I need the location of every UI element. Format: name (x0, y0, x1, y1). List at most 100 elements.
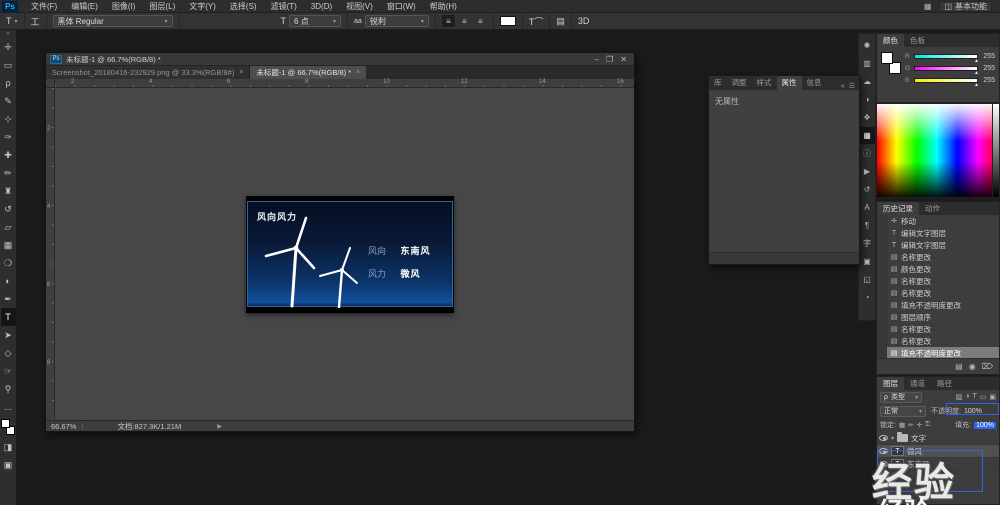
layer-name[interactable]: 微风 (907, 446, 922, 457)
properties-icon[interactable]: ▦ (860, 127, 875, 144)
character-icon[interactable]: A (860, 199, 875, 216)
restore-button[interactable]: ❐ (606, 55, 613, 64)
align-center-icon[interactable]: ≡ (458, 15, 471, 27)
grayscale-ramp[interactable] (992, 104, 999, 197)
layer-name[interactable]: 文字 (911, 433, 926, 444)
history-item[interactable]: ▤颜色更改 (877, 263, 999, 275)
tab-layers[interactable]: 图层 (877, 377, 904, 390)
shape-tool[interactable]: ◇ (1, 344, 16, 362)
color-spectrum[interactable] (876, 103, 1000, 198)
history-item[interactable]: ▤名称更改 (877, 335, 999, 347)
foreground-color-swatch[interactable] (1, 419, 10, 428)
pen-tool[interactable]: ✒ (1, 290, 16, 308)
layer-filter-select[interactable]: ρ 类型 ▾ (880, 392, 922, 403)
visibility-eye-icon[interactable] (879, 448, 888, 454)
green-value[interactable]: 255 (981, 65, 995, 72)
menu-edit[interactable]: 编辑(E) (64, 0, 105, 13)
tab-channels[interactable]: 通道 (904, 377, 931, 390)
menu-image[interactable]: 图像(I) (105, 0, 143, 13)
history-source-toggle[interactable] (877, 275, 887, 287)
crop-tool[interactable]: ⊹ (1, 110, 16, 128)
collapse-panel-icon[interactable]: « (841, 83, 845, 90)
menu-layer[interactable]: 图层(L) (142, 0, 182, 13)
tab-color[interactable]: 颜色 (877, 34, 904, 47)
libraries-icon[interactable]: ☁ (860, 73, 875, 90)
close-button[interactable]: ✕ (620, 55, 627, 64)
tab-history[interactable]: 历史记录 (877, 202, 919, 215)
histogram-icon[interactable]: ▥ (860, 55, 875, 72)
hand-tool[interactable]: ☞ (1, 362, 16, 380)
menu-window[interactable]: 窗口(W) (380, 0, 423, 13)
group-twirl-icon[interactable]: ▾ (891, 435, 894, 442)
tab-close-icon[interactable]: × (239, 69, 243, 76)
color-swatches[interactable] (1, 419, 15, 435)
history-item[interactable]: T编辑文字图层 (877, 227, 999, 239)
red-value[interactable]: 255 (981, 53, 995, 60)
lasso-tool[interactable]: ρ (1, 74, 16, 92)
history-source-toggle[interactable] (877, 239, 887, 251)
filter-adjustment-icon[interactable]: ◑ (965, 393, 969, 401)
red-slider[interactable]: ▲ (914, 54, 978, 59)
text-color-swatch[interactable] (500, 16, 516, 26)
history-item[interactable]: ▤填充不透明度更改 (877, 299, 999, 311)
lock-transparent-icon[interactable]: ▩ (899, 421, 905, 429)
history-icon[interactable]: ↺ (860, 181, 875, 198)
status-arrow-icon[interactable]: ▶ (217, 423, 222, 430)
toggle-panels-icon[interactable]: ▤ (556, 16, 565, 27)
clone-stamp-tool[interactable]: ♜ (1, 182, 16, 200)
blur-tool[interactable]: ❍ (1, 254, 16, 272)
lock-all-icon[interactable]: ⚿ (925, 421, 930, 429)
history-source-toggle[interactable] (877, 251, 887, 263)
grid-icon[interactable]: ▦ (924, 2, 932, 11)
document-title-bar[interactable]: Ps 未标题-1 @ 66.7%(RGB/8) * – ❐ ✕ (46, 53, 634, 66)
filter-shape-icon[interactable]: ▭ (980, 393, 987, 401)
delete-icon[interactable]: ⌦ (982, 362, 993, 371)
tab-properties[interactable]: 属性 (777, 76, 802, 90)
zoom-level[interactable]: 66.67% (51, 422, 76, 431)
red-slider-thumb[interactable]: ▲ (974, 58, 979, 64)
history-item[interactable]: ▤名称更改 (877, 287, 999, 299)
blue-value[interactable]: 255 (981, 77, 995, 84)
history-source-toggle[interactable] (877, 323, 887, 335)
edit-toolbar-button[interactable]: … (1, 398, 16, 416)
align-left-icon[interactable]: ≡ (442, 15, 455, 27)
screen-mode-button[interactable]: ▣ (1, 456, 16, 474)
timeline-icon[interactable]: ◔ (860, 289, 875, 306)
quick-mask-button[interactable]: ◨ (1, 438, 16, 456)
history-source-toggle[interactable] (877, 227, 887, 239)
eraser-tool[interactable]: ▱ (1, 218, 16, 236)
lock-pixels-icon[interactable]: ✏ (908, 421, 913, 429)
filter-pixel-icon[interactable]: ▨ (956, 393, 963, 401)
history-source-toggle[interactable] (877, 335, 887, 347)
zoom-tool[interactable]: ⚲ (1, 380, 16, 398)
tab-swatches[interactable]: 色板 (904, 34, 931, 47)
quick-selection-tool[interactable]: ✎ (1, 92, 16, 110)
workspace-switcher[interactable]: ◫ 基本功能 (939, 1, 992, 12)
canvas-area[interactable]: 风向风力 风向 (55, 88, 634, 422)
panel-color-swatches[interactable] (881, 52, 901, 74)
minimize-button[interactable]: – (595, 55, 599, 64)
panel-menu-icon[interactable]: ☰ (849, 82, 855, 90)
history-item[interactable]: ▤图层顺序 (877, 311, 999, 323)
blue-slider[interactable]: ▲ (914, 78, 978, 83)
text-orientation-icon[interactable]: 工 (31, 15, 40, 28)
tab-close-icon[interactable]: × (356, 69, 360, 76)
history-item[interactable]: T编辑文字图层 (877, 239, 999, 251)
character-styles-icon[interactable]: ▣ (860, 253, 875, 270)
menu-filter[interactable]: 滤镜(T) (264, 0, 304, 13)
info-icon[interactable]: ⓘ (860, 145, 875, 162)
history-source-toggle[interactable] (877, 263, 887, 275)
filter-smart-icon[interactable]: ▣ (989, 393, 996, 401)
menu-view[interactable]: 视图(V) (339, 0, 380, 13)
green-slider-thumb[interactable]: ▲ (974, 70, 979, 76)
document-tab-screenshot[interactable]: Screenshot_20180416-232929.png @ 33.3%(R… (46, 66, 250, 79)
blend-mode-select[interactable]: 正常 ▾ (880, 406, 926, 417)
history-source-toggle[interactable] (877, 215, 887, 227)
new-snapshot-icon[interactable]: ◉ (969, 362, 976, 371)
menu-3d[interactable]: 3D(D) (304, 0, 339, 13)
paragraph-icon[interactable]: ¶ (860, 217, 875, 234)
menu-file[interactable]: 文件(F) (24, 0, 64, 13)
visibility-eye-icon[interactable] (879, 435, 888, 441)
threed-icon[interactable]: 3D (578, 16, 590, 26)
blue-slider-thumb[interactable]: ▲ (974, 82, 979, 88)
